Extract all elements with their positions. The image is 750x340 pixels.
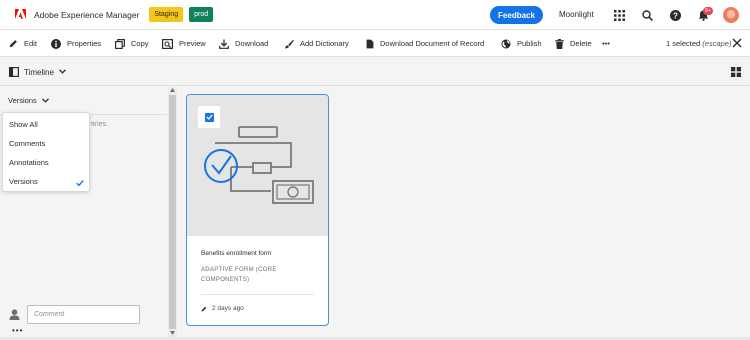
timeline-scrollbar[interactable]: [168, 87, 177, 340]
more-actions-button[interactable]: •••: [602, 30, 610, 57]
feedback-button[interactable]: Feedback: [490, 6, 543, 24]
info-icon: [51, 38, 61, 49]
card-view-icon[interactable]: [731, 67, 741, 77]
user-icon: [9, 309, 20, 320]
copy-label: Copy: [131, 39, 149, 48]
add-dictionary-label: Add Dictionary: [300, 39, 349, 48]
asset-modified-text: 2 days ago: [212, 305, 244, 312]
preview-label: Preview: [179, 39, 206, 48]
checkmark-icon: [76, 179, 84, 187]
delete-label: Delete: [570, 39, 592, 48]
rail-toggle-icon[interactable]: [9, 67, 19, 77]
properties-button[interactable]: Properties: [51, 30, 101, 57]
close-selection-icon[interactable]: [732, 38, 742, 48]
download-icon: [219, 39, 229, 49]
scroll-thumb[interactable]: [169, 95, 176, 329]
escape-hint: (escape): [702, 39, 732, 48]
edit-label: Edit: [24, 39, 37, 48]
copy-button[interactable]: Copy: [115, 30, 149, 57]
asset-title: Benefits enrollment form: [201, 250, 272, 257]
download-document-of-record-button[interactable]: Download Document of Record: [366, 30, 484, 57]
brush-icon: [285, 39, 294, 48]
preview-icon: [162, 38, 173, 49]
chevron-down-icon: [41, 98, 49, 103]
publish-label: Publish: [517, 39, 542, 48]
more-actions-label: •••: [602, 39, 610, 48]
notification-count-badge: 9+: [703, 7, 713, 15]
scroll-up-icon[interactable]: [170, 88, 175, 92]
select-checkbox[interactable]: [198, 106, 220, 128]
scroll-down-icon[interactable]: [170, 331, 175, 335]
form-illustration-icon: [204, 126, 314, 204]
globe-icon: [501, 39, 511, 48]
comment-input[interactable]: Comment: [27, 305, 140, 324]
menu-item-annotations[interactable]: Annotations: [9, 155, 87, 171]
selection-count-text: 1 selected: [666, 39, 701, 48]
delete-button[interactable]: Delete: [555, 30, 592, 57]
timeline-filter-dropdown[interactable]: Versions: [8, 96, 49, 105]
menu-item-comments[interactable]: Comments: [9, 136, 87, 152]
timeline-more-button[interactable]: •••: [12, 326, 23, 335]
download-label: Download: [235, 39, 269, 48]
copy-icon: [115, 38, 125, 49]
asset-card[interactable]: Benefits enrollment form ADAPTIVE FORM (…: [186, 94, 329, 326]
preview-button[interactable]: Preview: [162, 30, 206, 57]
asset-type: ADAPTIVE FORM (CORE COMPONENTS): [201, 267, 277, 283]
rail-header: Timeline: [0, 58, 750, 86]
timeline-filter-menu: Show All Comments Annotations Versions: [2, 112, 90, 192]
asset-modified: 2 days ago: [201, 305, 244, 312]
apps-grid-icon[interactable]: [612, 8, 626, 22]
properties-label: Properties: [67, 39, 102, 48]
help-icon[interactable]: ?: [668, 8, 682, 22]
publish-button[interactable]: Publish: [501, 30, 542, 57]
action-bar: Edit Properties Copy Preview Download Ad…: [0, 30, 750, 57]
checkbox-checked-state: [204, 112, 214, 122]
chevron-down-icon[interactable]: [59, 69, 66, 74]
checkmark-icon: [205, 114, 213, 120]
org-switcher[interactable]: Moonlight: [559, 10, 594, 19]
prod-badge: prod: [189, 7, 214, 22]
top-header: Adobe Experience Manager Staging prod: [0, 0, 750, 30]
download-button[interactable]: Download: [219, 30, 268, 57]
adobe-logo-icon[interactable]: [15, 9, 26, 20]
app-title[interactable]: Adobe Experience Manager: [34, 10, 139, 20]
card-divider: [201, 294, 314, 295]
pencil-icon: [10, 40, 17, 47]
trash-icon: [555, 38, 564, 49]
user-avatar[interactable]: [723, 7, 739, 23]
edit-button[interactable]: Edit: [9, 30, 37, 57]
timeline-empty-text: ntries.: [89, 121, 109, 128]
menu-item-show-all[interactable]: Show All: [9, 117, 87, 133]
staging-badge: Staging: [149, 7, 184, 22]
search-icon[interactable]: [640, 8, 654, 22]
rail-title[interactable]: Timeline: [24, 68, 54, 77]
download-document-of-record-label: Download Document of Record: [380, 39, 485, 48]
timeline-filter-label: Versions: [8, 96, 37, 105]
document-icon: [366, 39, 374, 48]
selection-count: 1 selected (escape): [666, 39, 731, 48]
svg-text:?: ?: [673, 11, 678, 20]
pencil-icon: [201, 306, 207, 311]
add-dictionary-button[interactable]: Add Dictionary: [284, 30, 349, 57]
